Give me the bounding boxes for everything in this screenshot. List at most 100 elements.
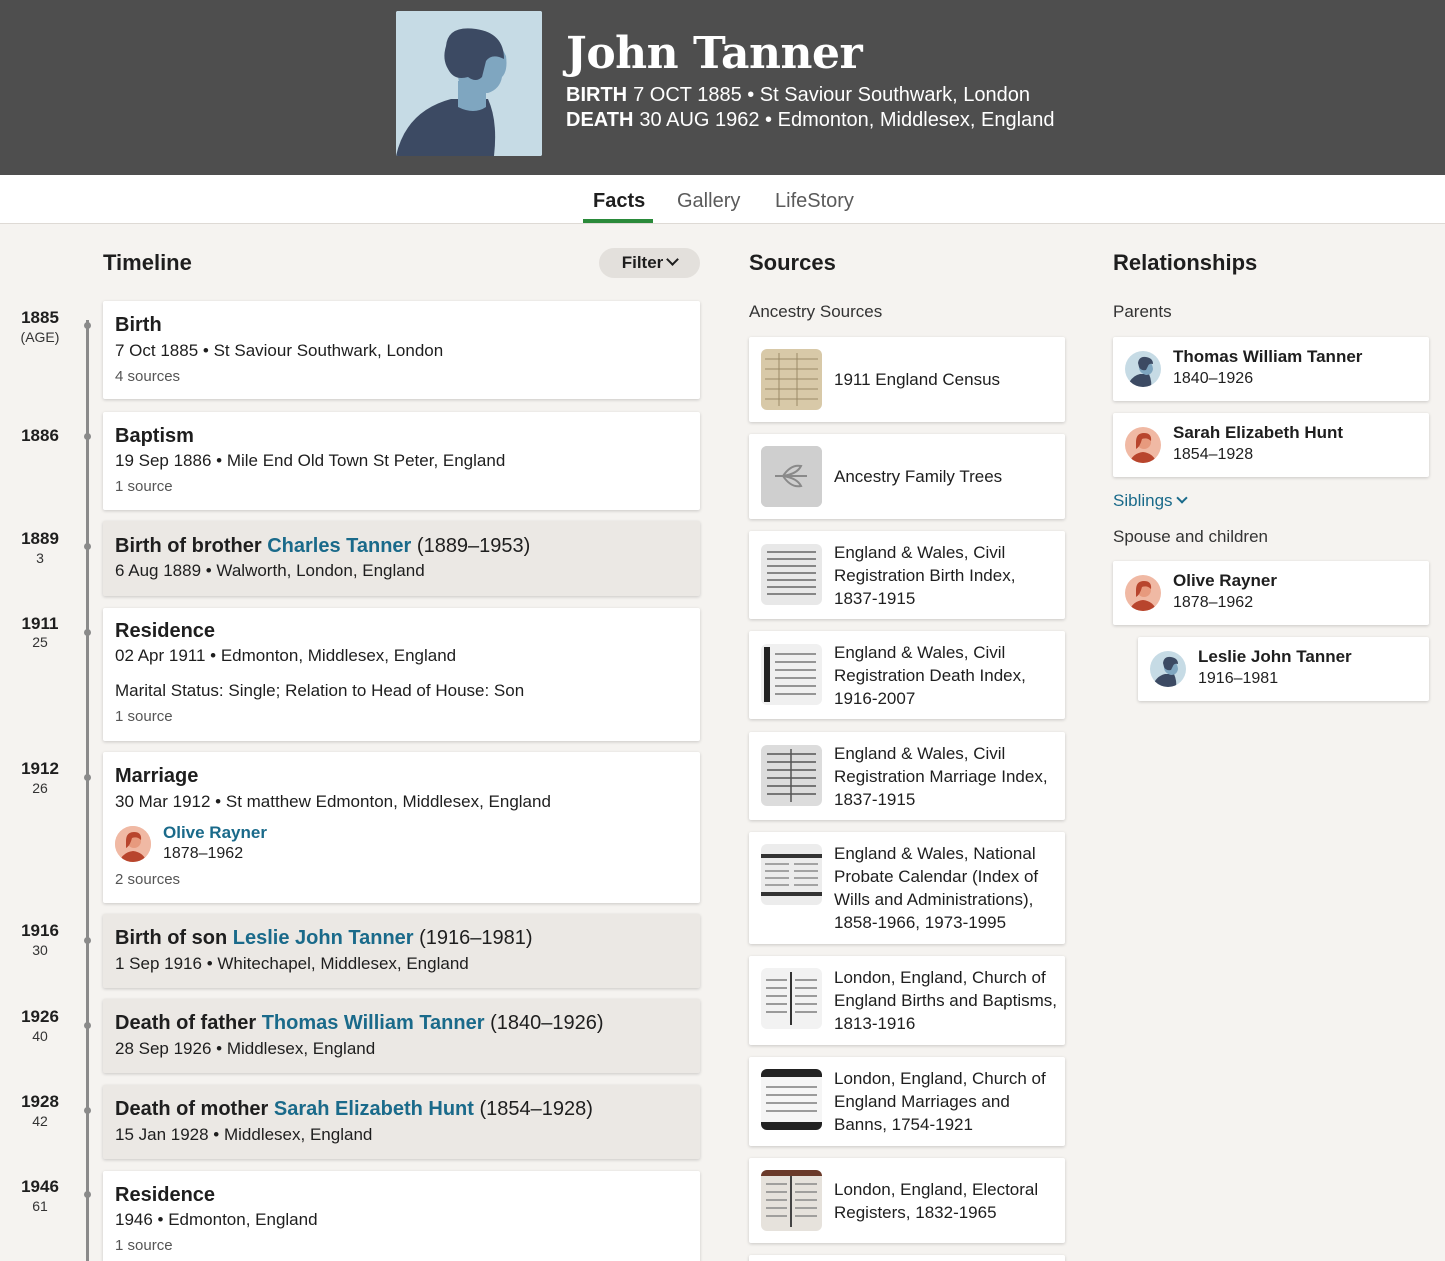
- female-avatar-icon[interactable]: [115, 826, 151, 862]
- source-card[interactable]: England & Wales, Civil Registration Birt…: [749, 531, 1065, 619]
- event-sources[interactable]: 4 sources: [115, 368, 180, 385]
- timeline-axis: [86, 320, 89, 1261]
- chevron-down-icon: [1175, 492, 1188, 504]
- parent-card-mother[interactable]: Sarah Elizabeth Hunt 1854–1928: [1113, 413, 1429, 477]
- event-title: Death of father Thomas William Tanner (1…: [115, 1012, 604, 1035]
- filter-button[interactable]: Filter: [599, 248, 700, 278]
- source-card[interactable]: [749, 1255, 1065, 1261]
- timeline-event-birth[interactable]: Birth 7 Oct 1885 • St Saviour Southwark,…: [103, 301, 700, 399]
- timeline-age: 42: [32, 1113, 48, 1129]
- tab-gallery[interactable]: Gallery: [677, 190, 740, 213]
- event-sources[interactable]: 2 sources: [115, 871, 180, 888]
- spouse-card[interactable]: Olive Rayner 1878–1962: [1113, 561, 1429, 625]
- source-title: England & Wales, Civil Registration Birt…: [834, 542, 1016, 608]
- filter-label: Filter: [621, 253, 664, 272]
- timeline-age: (AGE): [20, 329, 60, 345]
- spouse-children-label: Spouse and children: [1113, 527, 1269, 546]
- event-title-prefix: Birth of son: [115, 927, 228, 949]
- parent-dates: 1840–1926: [1173, 370, 1254, 387]
- child-name: Leslie John Tanner: [1198, 647, 1352, 666]
- event-title-dates: (1889–1953): [416, 535, 531, 557]
- timeline-age: 25: [32, 634, 48, 650]
- tab-facts[interactable]: Facts: [593, 190, 645, 213]
- event-sources[interactable]: 1 source: [115, 478, 173, 495]
- spouse-dates: 1878–1962: [163, 845, 244, 862]
- event-title: Marriage: [115, 765, 199, 787]
- event-title: Birth: [115, 314, 162, 336]
- child-card[interactable]: Leslie John Tanner 1916–1981: [1138, 637, 1429, 701]
- timeline-year: 1889: [21, 529, 59, 548]
- birth-summary: BIRTH 7 OCT 1885 • St Saviour Southwark, …: [566, 84, 1030, 107]
- source-card[interactable]: Ancestry Family Trees: [749, 434, 1065, 519]
- event-detail: 7 Oct 1885 • St Saviour Southwark, Londo…: [115, 341, 444, 360]
- event-detail: 19 Sep 1886 • Mile End Old Town St Peter…: [115, 451, 506, 470]
- source-title: England & Wales, Civil Registration Deat…: [834, 642, 1026, 708]
- timeline-dot: [84, 433, 91, 440]
- source-title: London, England, Church of England Marri…: [834, 1069, 1046, 1134]
- parent-card-father[interactable]: Thomas William Tanner 1840–1926: [1113, 337, 1429, 401]
- female-avatar-icon: [1125, 575, 1161, 611]
- parent-name: Sarah Elizabeth Hunt: [1173, 423, 1344, 442]
- timeline-dot: [84, 322, 91, 329]
- timeline-year: 1885: [21, 308, 59, 327]
- timeline-event-death-of-mother[interactable]: Death of mother Sarah Elizabeth Hunt (18…: [103, 1085, 700, 1159]
- brother-link[interactable]: Charles Tanner: [267, 535, 411, 557]
- birth-value: 7 OCT 1885 • St Saviour Southwark, Londo…: [633, 84, 1030, 106]
- timeline-year: 1916: [21, 921, 59, 940]
- spouse-link[interactable]: Olive Rayner: [163, 823, 267, 843]
- timeline-year: 1926: [21, 1007, 59, 1026]
- source-card[interactable]: London, England, Electoral Registers, 18…: [749, 1158, 1065, 1243]
- event-detail: 02 Apr 1911 • Edmonton, Middlesex, Engla…: [115, 646, 457, 665]
- event-sources[interactable]: 1 source: [115, 1237, 173, 1254]
- book-document-icon: [761, 1069, 822, 1130]
- event-title: Death of mother Sarah Elizabeth Hunt (18…: [115, 1098, 593, 1121]
- source-card[interactable]: England & Wales, Civil Registration Deat…: [749, 631, 1065, 719]
- timeline-event-birth-of-son[interactable]: Birth of son Leslie John Tanner (1916–19…: [103, 914, 700, 988]
- source-card[interactable]: London, England, Church of England Birth…: [749, 956, 1065, 1045]
- event-extra: Marital Status: Single; Relation to Head…: [115, 681, 525, 700]
- register-document-icon: [761, 544, 822, 605]
- male-avatar-icon: [1150, 651, 1186, 687]
- source-title: London, England, Electoral Registers, 18…: [834, 1179, 1039, 1222]
- father-link[interactable]: Thomas William Tanner: [262, 1012, 485, 1034]
- source-card[interactable]: England & Wales, National Probate Calend…: [749, 832, 1065, 944]
- event-detail: 6 Aug 1889 • Walworth, London, England: [115, 561, 425, 580]
- timeline-event-birth-of-brother[interactable]: Birth of brother Charles Tanner (1889–19…: [103, 521, 700, 596]
- source-title: England & Wales, Civil Registration Marr…: [834, 743, 1048, 809]
- mother-link[interactable]: Sarah Elizabeth Hunt: [274, 1098, 474, 1120]
- timeline-dot: [84, 937, 91, 944]
- source-card[interactable]: England & Wales, Civil Registration Marr…: [749, 732, 1065, 820]
- source-card[interactable]: London, England, Church of England Marri…: [749, 1057, 1065, 1146]
- ancestry-sources-label: Ancestry Sources: [749, 302, 883, 321]
- timeline-event-residence-1911[interactable]: Residence 02 Apr 1911 • Edmonton, Middle…: [103, 608, 700, 741]
- relationships-title: Relationships: [1113, 250, 1258, 275]
- person-name: John Tanner: [566, 28, 863, 79]
- book-document-icon: [761, 968, 822, 1029]
- source-title: England & Wales, National Probate Calend…: [834, 844, 1039, 932]
- female-avatar-icon: [1125, 427, 1161, 463]
- timeline-title: Timeline: [103, 250, 192, 275]
- event-title: Birth of brother Charles Tanner (1889–19…: [115, 535, 530, 558]
- tab-lifestory[interactable]: LifeStory: [775, 190, 854, 213]
- event-title: Residence: [115, 1184, 216, 1206]
- active-tab-indicator: [583, 219, 653, 223]
- timeline-dot: [84, 1107, 91, 1114]
- event-detail: 15 Jan 1928 • Middlesex, England: [115, 1125, 373, 1144]
- timeline-event-baptism[interactable]: Baptism 19 Sep 1886 • Mile End Old Town …: [103, 412, 700, 510]
- source-title: London, England, Church of England Birth…: [834, 968, 1058, 1033]
- profile-avatar-male-icon[interactable]: [396, 11, 542, 156]
- parent-dates: 1854–1928: [1173, 446, 1254, 463]
- chevron-down-icon: [666, 253, 680, 266]
- source-card[interactable]: 1911 England Census: [749, 337, 1065, 422]
- son-link[interactable]: Leslie John Tanner: [233, 927, 414, 949]
- timeline-year: 1911: [21, 614, 59, 633]
- timeline-event-residence-1946[interactable]: Residence 1946 • Edmonton, England 1 sou…: [103, 1171, 700, 1261]
- event-title: Birth of son Leslie John Tanner (1916–19…: [115, 927, 533, 950]
- event-title-dates: (1840–1926): [490, 1012, 604, 1034]
- timeline-event-marriage[interactable]: Marriage 30 Mar 1912 • St matthew Edmont…: [103, 752, 700, 903]
- leaf-icon: [761, 446, 822, 507]
- event-sources[interactable]: 1 source: [115, 708, 173, 725]
- siblings-toggle[interactable]: Siblings: [1113, 491, 1188, 511]
- timeline-year: 1886: [21, 426, 59, 445]
- timeline-event-death-of-father[interactable]: Death of father Thomas William Tanner (1…: [103, 999, 700, 1073]
